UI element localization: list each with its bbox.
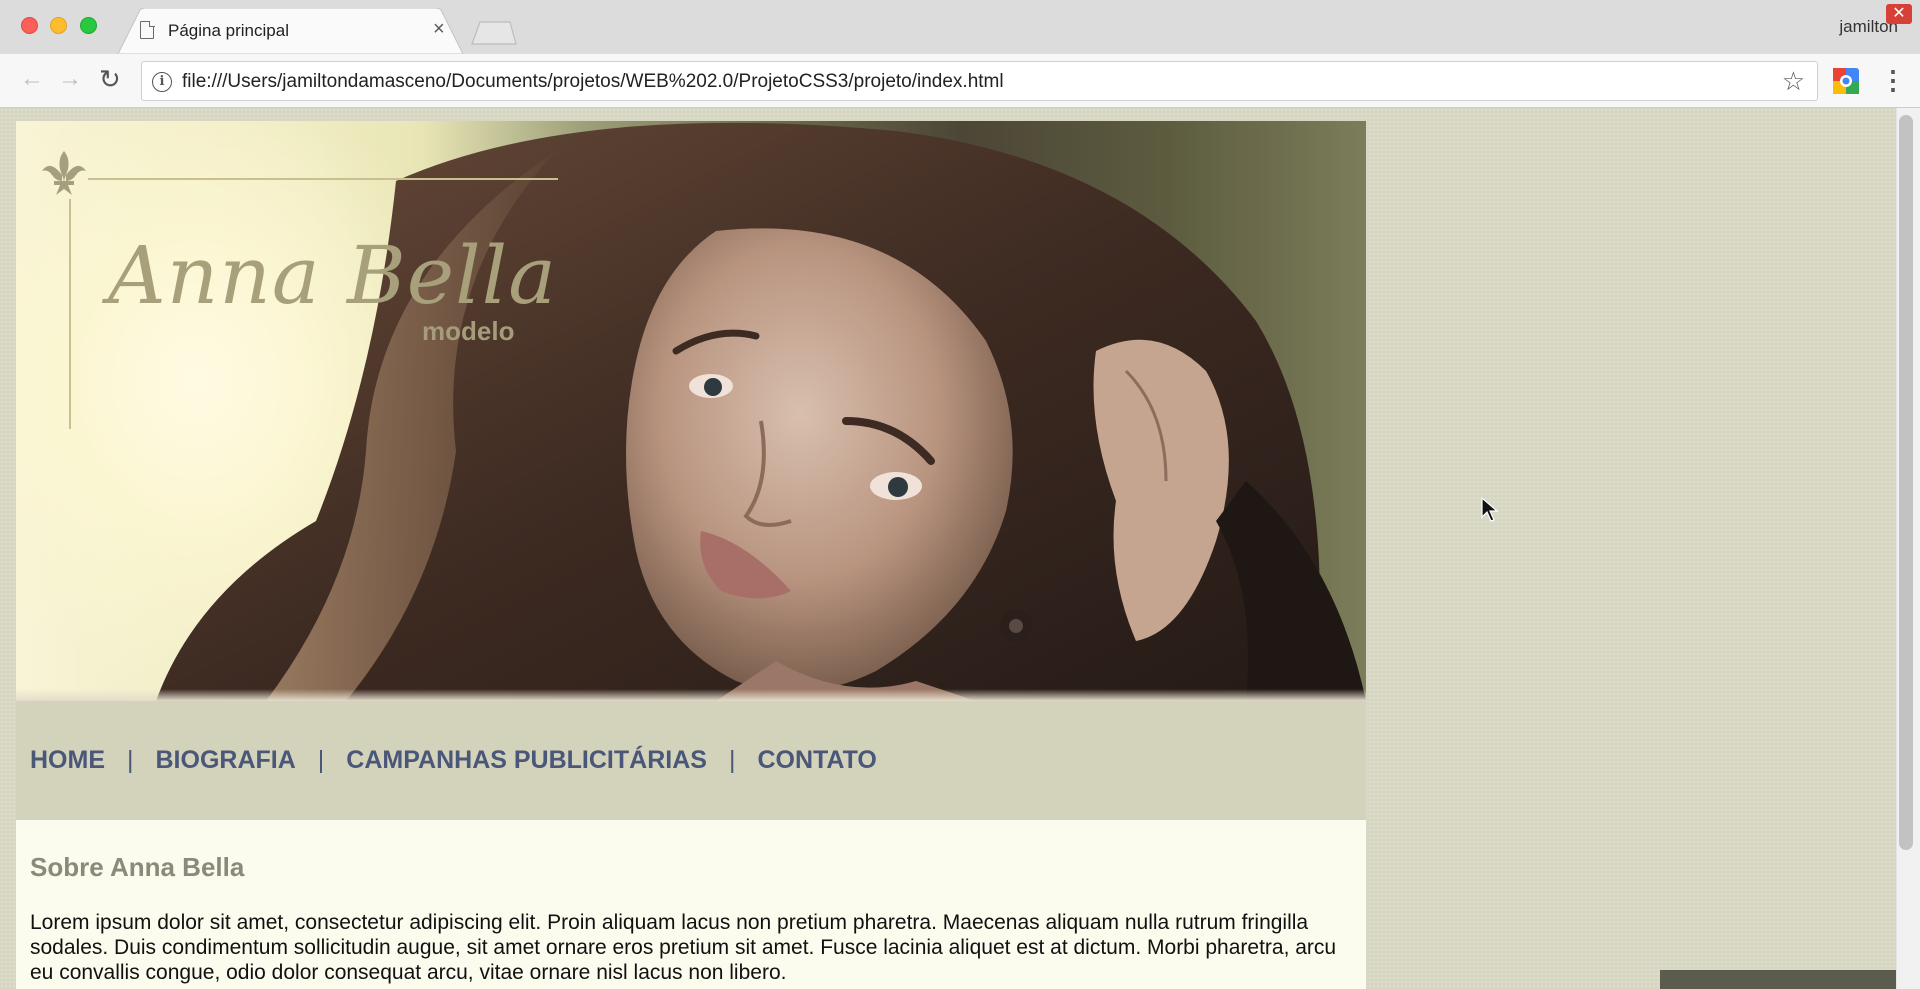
page-icon <box>140 20 155 39</box>
info-icon[interactable]: i <box>152 72 172 92</box>
page-viewport: Anna Bella modelo HOME | BIOGRAFIA | CAM… <box>0 108 1920 989</box>
address-bar[interactable]: i file:///Users/jamiltondamasceno/Docume… <box>141 61 1818 101</box>
site-container: Anna Bella modelo HOME | BIOGRAFIA | CAM… <box>16 121 1366 989</box>
main-nav: HOME | BIOGRAFIA | CAMPANHAS PUBLICITÁRI… <box>16 701 1366 820</box>
section-title: Sobre Anna Bella <box>30 852 245 882</box>
scrollbar-thumb[interactable] <box>1899 115 1913 850</box>
brand-name: Anna Bella <box>108 229 557 322</box>
browser-tab-bar: Página principal × jamilton ✕ <box>0 0 1920 54</box>
nav-separator: | <box>317 746 325 774</box>
browser-toolbar: ← → ↻ i file:///Users/jamiltondamasceno/… <box>0 54 1920 108</box>
zoom-window-button[interactable] <box>80 17 97 34</box>
model-portrait-image <box>156 122 1366 701</box>
nav-link-biografia[interactable]: BIOGRAFIA <box>156 746 296 775</box>
nav-separator: | <box>127 746 134 774</box>
extension-icon[interactable] <box>1832 67 1860 95</box>
section-paragraph: Lorem ipsum dolor sit amet, consectetur … <box>30 911 1337 984</box>
tab-title: Página principal <box>168 21 289 40</box>
frame-line-horizontal <box>88 178 558 180</box>
nav-items: HOME | BIOGRAFIA | CAMPANHAS PUBLICITÁRI… <box>30 746 877 775</box>
forward-arrow-icon[interactable]: → <box>58 64 82 94</box>
nav-separator: | <box>728 746 736 774</box>
nav-link-campanhas[interactable]: CAMPANHAS PUBLICITÁRIAS <box>346 746 707 775</box>
hero-bottom-fade <box>16 689 1366 701</box>
frame-line-vertical <box>69 199 71 429</box>
kebab-menu-icon[interactable]: ⋮ <box>1880 63 1906 97</box>
status-strip <box>1660 970 1896 989</box>
profile-close-icon[interactable]: ✕ <box>1886 4 1912 24</box>
close-icon[interactable]: × <box>433 19 445 39</box>
minimize-window-button[interactable] <box>50 17 67 34</box>
url-text[interactable]: file:///Users/jamiltondamasceno/Document… <box>182 71 1004 93</box>
hero-header: Anna Bella modelo <box>16 121 1366 701</box>
star-icon[interactable]: ☆ <box>1782 66 1805 96</box>
fleur-de-lis-icon <box>42 151 86 195</box>
mouse-cursor-icon <box>1481 497 1499 522</box>
back-arrow-icon[interactable]: ← <box>20 64 44 94</box>
brand-subtitle: modelo <box>422 316 515 346</box>
reload-icon[interactable]: ↻ <box>99 64 121 94</box>
content-section: Sobre Anna Bella Lorem ipsum dolor sit a… <box>16 820 1366 989</box>
nav-link-contato[interactable]: CONTATO <box>757 746 876 775</box>
new-tab-button[interactable] <box>470 20 518 46</box>
nav-link-home[interactable]: HOME <box>30 746 105 775</box>
close-window-button[interactable] <box>21 17 38 34</box>
browser-tab[interactable]: Página principal × <box>118 8 463 54</box>
